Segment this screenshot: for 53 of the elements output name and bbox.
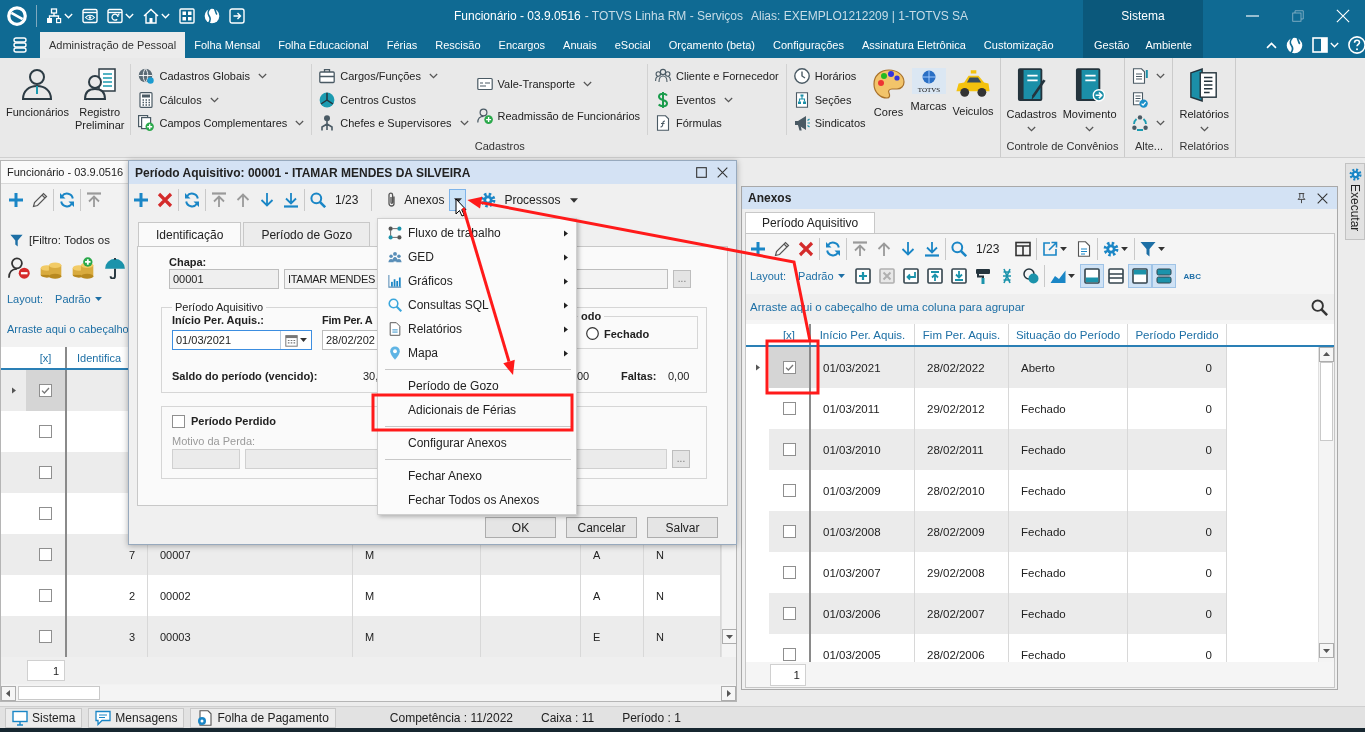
status-text: Período : 1	[622, 710, 681, 725]
group-by-hint: Arraste aqui o cabeçalho	[7, 323, 129, 335]
table-cell: 01/03/2005	[811, 634, 915, 662]
table-cell: 28/02/2022	[915, 347, 1009, 388]
group-label: Cadastros	[473, 139, 526, 154]
field-value: 30,	[363, 370, 380, 382]
layout-label: Layout:	[7, 293, 44, 305]
table-cell: 01/03/2008	[811, 511, 915, 552]
field-label: Saldo do período (vencido):	[172, 370, 319, 382]
checkbox-label: Período Perdido	[191, 415, 276, 427]
panel-title: Anexos	[748, 191, 793, 205]
field-label: Faltas:	[621, 370, 658, 382]
table-cell: 01/03/2021	[811, 347, 915, 388]
context-group-label: Sistema	[1120, 8, 1166, 25]
window-title: Funcionário - 03.9.0516	[7, 166, 124, 178]
group-label: Relatórios	[1178, 139, 1230, 154]
field-label: Motivo da Perda:	[172, 435, 256, 448]
table-cell: 0	[1128, 347, 1227, 388]
field-label: Início Per. Aquis.:	[172, 314, 264, 327]
field-label: Fim Per. A	[322, 314, 373, 327]
table-cell: Aberto	[1009, 347, 1128, 388]
group-label: Alte...	[1133, 139, 1165, 154]
layout-label: Layout:	[750, 270, 787, 282]
table-cell: Fechado	[1009, 634, 1128, 662]
group-label: odo	[580, 309, 603, 323]
window-title: Funcionário - 03.9.0516	[454, 9, 581, 23]
table-cell: 0	[1128, 429, 1227, 470]
field-value: 00	[577, 370, 591, 382]
group-label: Controle de Convênios	[1005, 139, 1120, 154]
table-cell: 28/02/2009	[915, 511, 1009, 552]
product-name: - TOTVS Linha RM - Serviços	[584, 9, 744, 23]
table-cell: 01/03/2010	[811, 429, 915, 470]
status-text: Competência : 11/2022	[389, 710, 514, 725]
table-cell: Fechado	[1009, 429, 1128, 470]
dialog-title: Período Aquisitivo: 00001 - ITAMAR MENDES DA SILVEIRA	[135, 165, 472, 180]
table-cell: 0	[1128, 593, 1227, 634]
status-text: Caixa : 11	[541, 710, 595, 725]
table-cell: 28/02/2007	[915, 593, 1009, 634]
alias-info: Alias: EXEMPLO1212209 | 1-TOTVS SA	[751, 9, 969, 23]
table-cell: 0	[1128, 511, 1227, 552]
filter-text: [Filtro: Todos os	[29, 234, 110, 246]
field-value: 0,00	[668, 370, 691, 382]
table-cell: 0	[1128, 634, 1227, 662]
group-label: Período Aquisitivo	[174, 300, 265, 314]
table-cell: 28/02/2006	[915, 634, 1009, 662]
field-label: Chapa:	[169, 256, 207, 269]
table-cell: Fechado	[1009, 511, 1128, 552]
record-counter: 1/23	[334, 193, 360, 207]
radio-label: Fechado	[604, 327, 650, 340]
table-cell: Fechado	[1009, 593, 1128, 634]
table-cell: 01/03/2006	[811, 593, 915, 634]
record-counter: 1/23	[975, 242, 1001, 256]
table-cell: 28/02/2011	[915, 429, 1009, 470]
